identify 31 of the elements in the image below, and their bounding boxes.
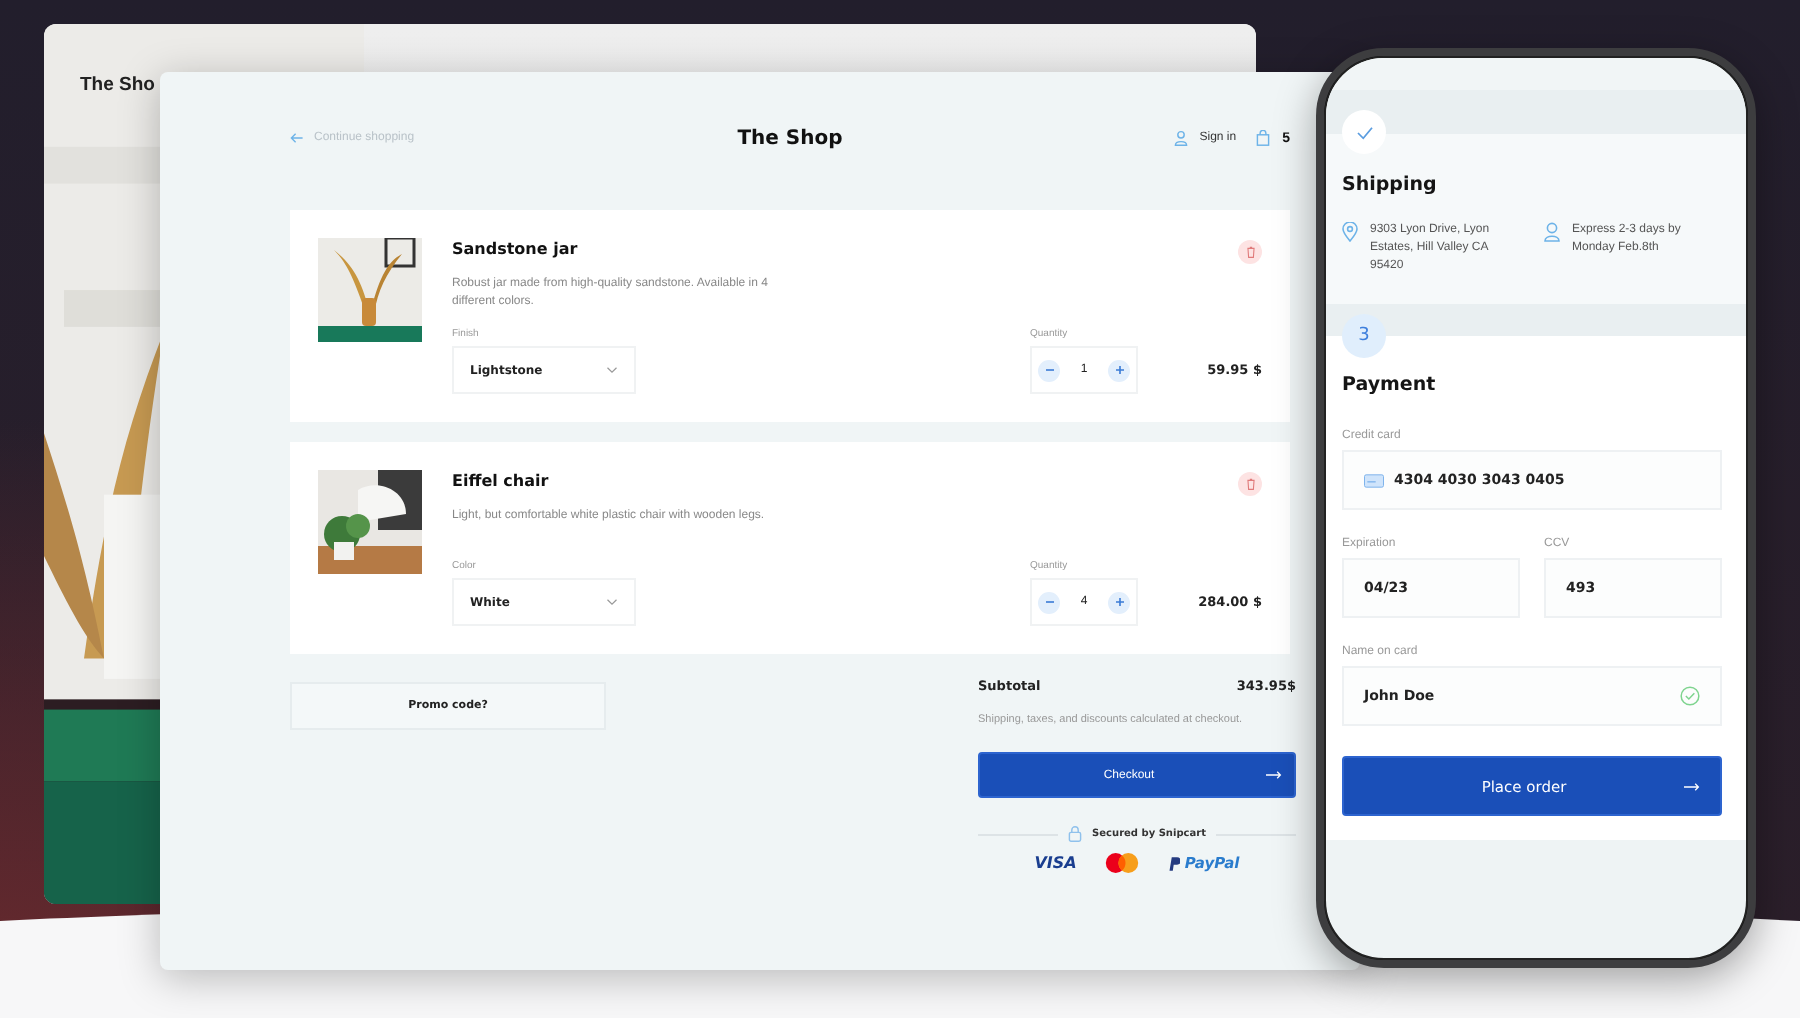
decrease-button[interactable]: [1038, 359, 1060, 381]
minus-icon: [1043, 364, 1055, 376]
check-icon: [1355, 125, 1373, 139]
arrow-right-icon: [1266, 770, 1282, 780]
increase-button[interactable]: [1108, 591, 1130, 613]
credit-card-icon: [1364, 473, 1384, 487]
trash-icon: [1245, 246, 1255, 258]
visa-logo: VISA: [1034, 854, 1077, 872]
shop-title: The Shop: [737, 127, 843, 149]
trash-icon: [1245, 478, 1255, 490]
mastercard-icon: [1104, 852, 1141, 874]
section-title: Payment: [1342, 374, 1438, 396]
lock-icon: [1068, 826, 1083, 842]
chevron-down-icon: [606, 598, 618, 606]
product-name: Sandstone jar: [452, 240, 578, 258]
bag-icon: [1256, 130, 1271, 146]
product-name: Eiffel chair: [452, 472, 549, 490]
user-icon: [1173, 130, 1188, 146]
location-pin-icon: [1342, 222, 1358, 242]
user-icon: [1544, 222, 1560, 242]
plus-icon: [1113, 596, 1125, 608]
step-number: 3: [1342, 314, 1386, 358]
increase-button[interactable]: [1108, 359, 1130, 381]
remove-button[interactable]: [1238, 472, 1262, 496]
remove-button[interactable]: [1238, 240, 1262, 264]
chevron-down-icon: [606, 366, 618, 374]
plus-icon: [1113, 364, 1125, 376]
arrow-right-icon: [1684, 781, 1700, 791]
minus-icon: [1043, 596, 1055, 608]
decrease-button[interactable]: [1038, 591, 1060, 613]
section-title: Shipping: [1342, 174, 1439, 196]
